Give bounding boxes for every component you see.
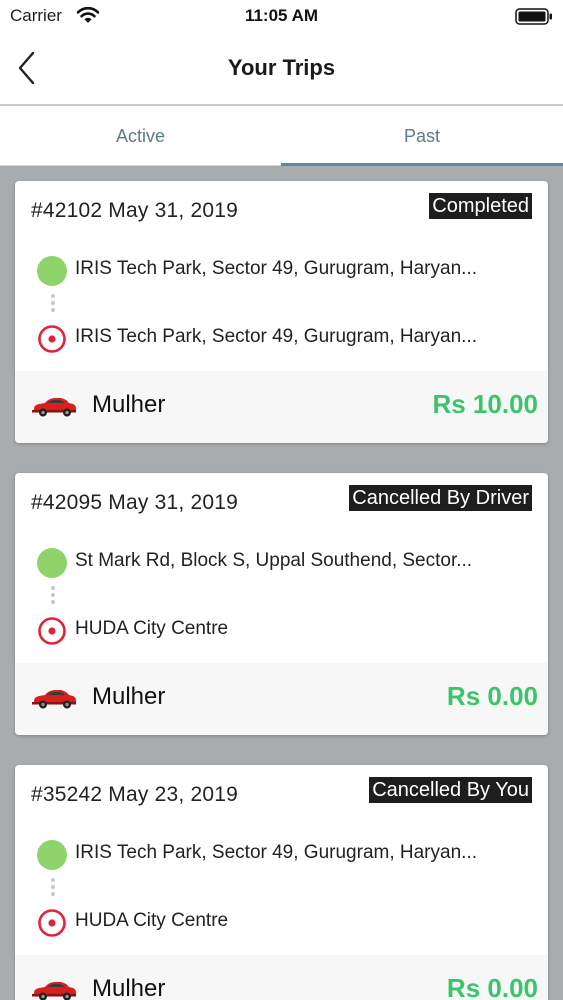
destination-target-icon [38,909,66,937]
car-icon [32,982,76,1000]
pickup-address: IRIS Tech Park, Sector 49, Gurugram, Har… [75,258,477,279]
driver-name: Mulher [92,683,166,710]
page-title: Your Trips [227,55,336,80]
pickup-row: IRIS Tech Park, Sector 49, Gurugram, Har… [37,253,537,289]
tab-active[interactable]: Active [0,106,281,166]
trip-footer: Mulher Rs 0.00 [15,955,548,1000]
pickup-dot-icon [37,548,67,578]
pickup-row: St Mark Rd, Block S, Uppal Southend, Sec… [37,545,537,581]
trip-list: #42102 May 31, 2019 Completed IRIS Tech … [0,166,563,1000]
drop-row: HUDA City Centre [37,613,537,649]
route-connector [51,586,55,608]
route-connector [51,294,55,316]
trip-fare: Rs 0.00 [446,681,538,711]
trip-id-date: #35242 May 23, 2019 [31,783,238,806]
trip-card[interactable]: #35242 May 23, 2019 Cancelled By You IRI… [15,765,548,1000]
status-badge: Cancelled By Driver [349,485,532,511]
status-badge: Completed [429,193,532,219]
trip-footer: Mulher Rs 0.00 [15,663,548,735]
trip-tabs: Active Past [0,106,563,166]
car-icon [32,690,76,709]
status-badge: Cancelled By You [369,777,532,803]
pickup-address: St Mark Rd, Block S, Uppal Southend, Sec… [75,550,473,571]
route-connector [51,878,55,900]
trip-card[interactable]: #42095 May 31, 2019 Cancelled By Driver … [15,473,548,735]
navigation-bar: Your Trips [0,32,563,106]
trip-footer: Mulher Rs 10.00 [15,371,548,443]
destination-target-icon [38,617,66,645]
pickup-dot-icon [37,256,67,286]
drop-row: IRIS Tech Park, Sector 49, Gurugram, Har… [37,321,537,357]
drop-address: IRIS Tech Park, Sector 49, Gurugram, Har… [75,326,477,347]
battery-icon [515,8,552,25]
drop-row: HUDA City Centre [37,905,537,941]
status-bar: Carrier 11:05 AM [0,0,563,32]
trip-card[interactable]: #42102 May 31, 2019 Completed IRIS Tech … [15,181,548,443]
tab-past[interactable]: Past [281,106,563,166]
pickup-row: IRIS Tech Park, Sector 49, Gurugram, Har… [37,837,537,873]
driver-name: Mulher [92,391,166,418]
car-icon [32,398,76,417]
pickup-address: IRIS Tech Park, Sector 49, Gurugram, Har… [75,842,477,863]
trip-id-date: #42095 May 31, 2019 [31,491,238,514]
trip-fare: Rs 0.00 [446,973,538,1000]
clock: 11:05 AM [244,6,319,25]
drop-address: HUDA City Centre [75,618,229,639]
pickup-dot-icon [37,840,67,870]
trip-id-date: #42102 May 31, 2019 [31,199,238,222]
destination-target-icon [38,325,66,353]
drop-address: HUDA City Centre [75,910,229,931]
trip-fare: Rs 10.00 [432,389,538,419]
driver-name: Mulher [92,975,166,1000]
